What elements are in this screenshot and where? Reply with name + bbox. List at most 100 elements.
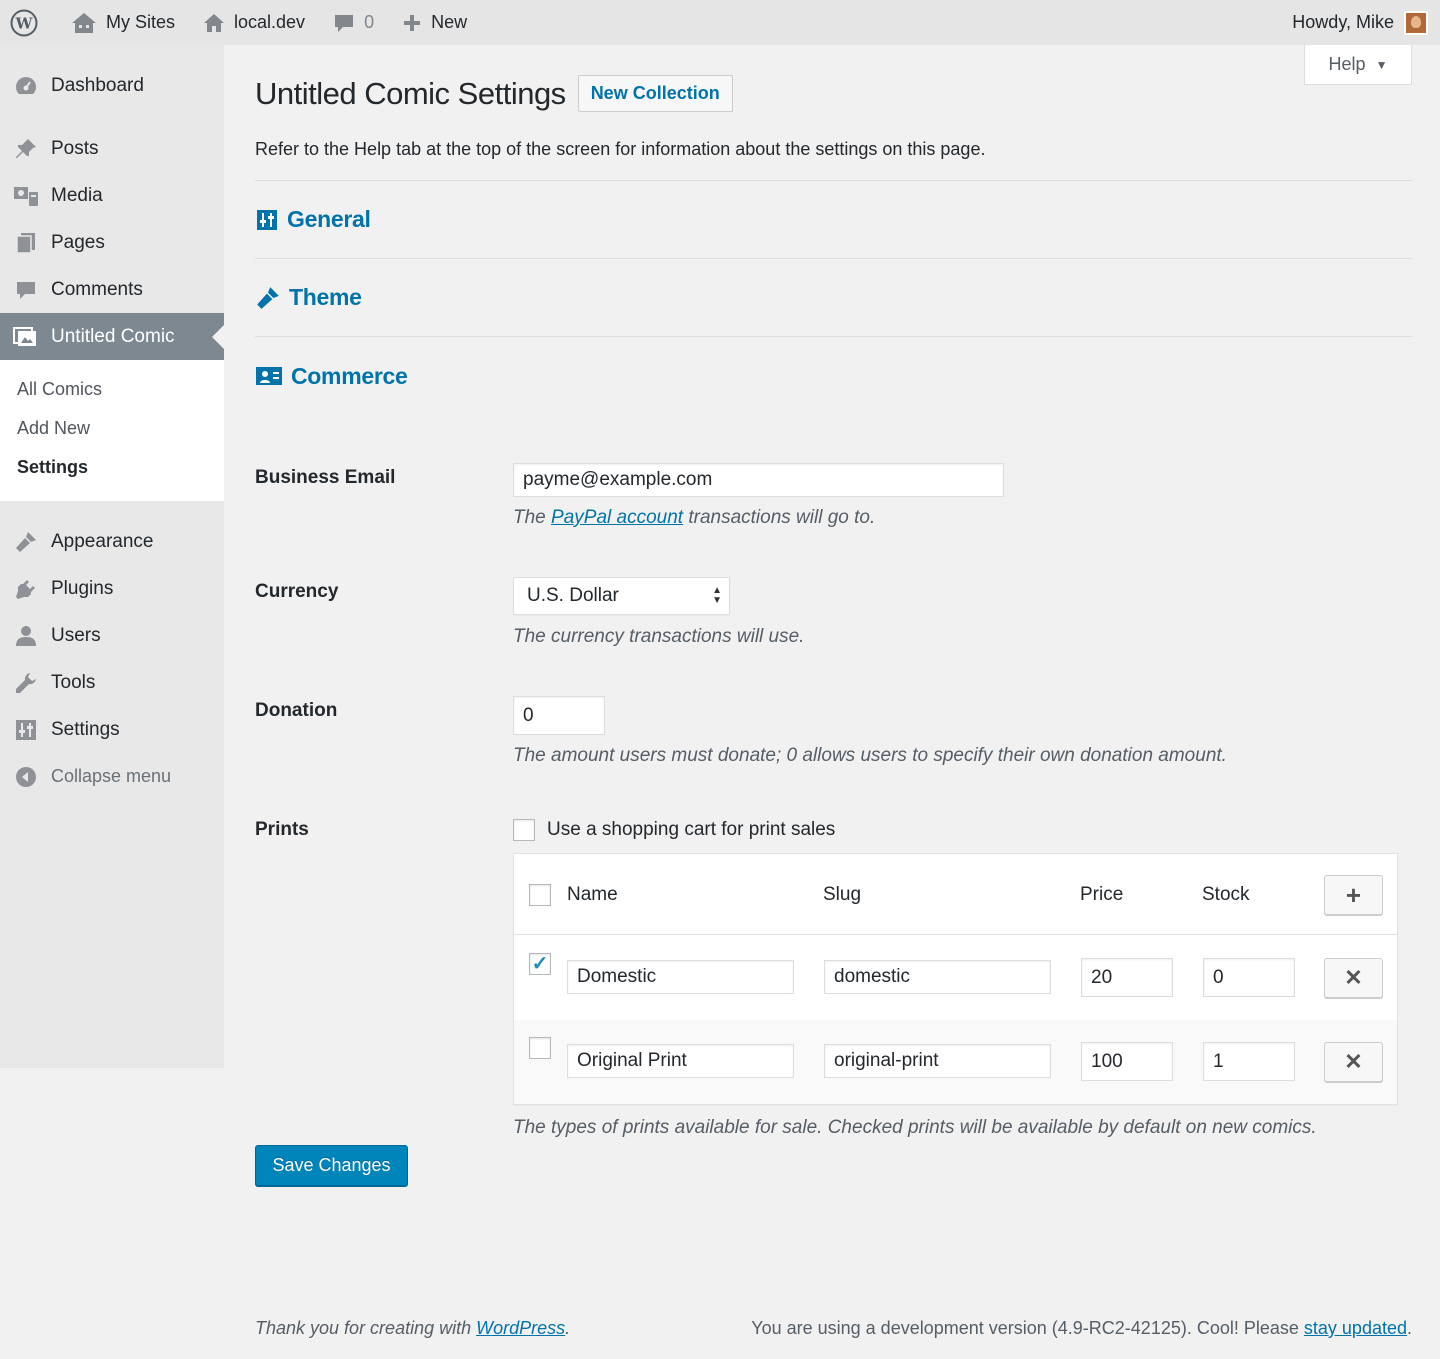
paypal-account-link[interactable]: PayPal account — [551, 507, 683, 528]
sidebar-item-tools[interactable]: Tools — [0, 659, 224, 706]
sidebar-item-posts[interactable]: Posts — [0, 125, 224, 172]
tools-icon — [13, 671, 39, 695]
section-theme-label: Theme — [289, 284, 362, 310]
wordpress-logo-icon: W — [10, 9, 38, 37]
shopping-cart-option[interactable]: Use a shopping cart for print sales — [513, 819, 1398, 841]
collapse-menu-button[interactable]: Collapse menu — [0, 753, 224, 800]
remove-print-button[interactable]: ✕ — [1324, 958, 1383, 998]
my-sites-menu[interactable]: My Sites — [57, 0, 189, 45]
users-icon — [13, 624, 39, 648]
comments-menu[interactable]: 0 — [319, 0, 388, 45]
business-email-field[interactable] — [513, 463, 1004, 497]
column-header-slug: Slug — [823, 884, 862, 905]
collapse-arrow-icon — [13, 765, 39, 789]
table-row: ✕ — [514, 1020, 1397, 1104]
submenu-all-comics[interactable]: All Comics — [0, 370, 224, 409]
sidebar-item-settings[interactable]: Settings — [0, 706, 224, 753]
close-icon: ✕ — [1344, 965, 1363, 990]
section-commerce[interactable]: Commerce — [255, 337, 1412, 415]
account-menu[interactable]: Howdy, Mike — [1278, 0, 1440, 45]
new-content-menu[interactable]: New — [388, 0, 481, 45]
admin-sidebar: Dashboard Posts Media Pages Comments Unt… — [0, 45, 224, 1068]
howdy-text: Howdy, Mike — [1292, 12, 1394, 32]
print-slug-field[interactable] — [824, 1044, 1051, 1078]
column-header-stock: Stock — [1202, 884, 1250, 905]
sidebar-item-label: Dashboard — [51, 74, 144, 96]
plus-icon — [402, 13, 422, 33]
print-price-field[interactable] — [1081, 958, 1173, 997]
prints-description: The types of prints available for sale. … — [513, 1117, 1317, 1138]
intro-text: Refer to the Help tab at the top of the … — [255, 139, 1412, 181]
wordpress-logo-button[interactable]: W — [0, 0, 57, 45]
add-print-button[interactable]: + — [1324, 875, 1383, 915]
dashboard-icon — [13, 74, 39, 98]
submenu-add-new[interactable]: Add New — [0, 409, 224, 448]
print-row-checkbox[interactable] — [529, 1037, 551, 1059]
sidebar-item-pages[interactable]: Pages — [0, 219, 224, 266]
sidebar-item-untitled-comic[interactable]: Untitled Comic — [0, 313, 224, 360]
currency-description: The currency transactions will use. — [513, 626, 805, 647]
sidebar-item-label: Pages — [51, 231, 105, 253]
sidebar-item-plugins[interactable]: Plugins — [0, 565, 224, 612]
donation-label: Donation — [255, 700, 338, 721]
footer-version: You are using a development version (4.9… — [751, 1318, 1412, 1338]
sidebar-item-dashboard[interactable]: Dashboard — [0, 62, 224, 109]
submenu-settings[interactable]: Settings — [0, 448, 224, 487]
section-commerce-label: Commerce — [291, 362, 408, 389]
admin-bar: W My Sites local.dev 0 New Howdy, Mike — [0, 0, 1440, 45]
sidebar-item-comments[interactable]: Comments — [0, 266, 224, 313]
comic-icon — [13, 325, 39, 349]
sidebar-item-appearance[interactable]: Appearance — [0, 518, 224, 565]
select-arrows-icon: ▲ ▼ — [712, 585, 722, 606]
avatar — [1404, 10, 1428, 35]
print-stock-field[interactable] — [1203, 1042, 1295, 1081]
comments-count: 0 — [364, 12, 375, 32]
comic-submenu: All Comics Add New Settings — [0, 360, 224, 501]
plus-icon: + — [1345, 879, 1362, 910]
save-changes-button[interactable]: Save Changes — [255, 1145, 408, 1186]
print-price-field[interactable] — [1081, 1042, 1173, 1081]
help-label: Help — [1328, 54, 1366, 74]
remove-print-button[interactable]: ✕ — [1324, 1042, 1383, 1082]
section-theme[interactable]: Theme — [255, 259, 1412, 337]
new-label: New — [431, 12, 468, 32]
select-all-prints-checkbox[interactable] — [529, 884, 551, 906]
business-email-description: The PayPal account transactions will go … — [513, 507, 876, 528]
print-name-field[interactable] — [567, 960, 794, 994]
currency-label: Currency — [255, 581, 339, 602]
print-slug-field[interactable] — [824, 960, 1051, 994]
business-email-label: Business Email — [255, 467, 396, 488]
sidebar-item-label: Media — [51, 184, 103, 206]
print-stock-field[interactable] — [1203, 958, 1295, 997]
prints-table-header: Name Slug Price Stock + — [514, 854, 1397, 935]
currency-select[interactable]: U.S. Dollar ▲ ▼ — [513, 577, 730, 615]
column-header-name: Name — [567, 884, 618, 905]
wordpress-link[interactable]: WordPress — [476, 1318, 565, 1338]
donation-field[interactable] — [513, 696, 605, 735]
new-collection-button[interactable]: New Collection — [577, 75, 733, 112]
print-name-field[interactable] — [567, 1044, 794, 1078]
section-general[interactable]: General — [255, 181, 1412, 259]
comment-bubble-icon — [333, 12, 355, 34]
page-title: Untitled Comic Settings — [255, 75, 566, 111]
appearance-icon — [13, 530, 39, 554]
pin-icon — [13, 137, 39, 161]
comments-icon — [13, 278, 39, 302]
sidebar-item-label: Settings — [51, 718, 120, 740]
help-tab-button[interactable]: Help ▼ — [1304, 45, 1412, 85]
main-content: Help ▼ Untitled Comic Settings New Colle… — [255, 45, 1412, 1186]
table-row: ✕ — [514, 936, 1397, 1020]
site-name-label: local.dev — [234, 12, 306, 32]
svg-text:W: W — [15, 14, 34, 32]
sidebar-item-label: Appearance — [51, 530, 154, 552]
site-name-menu[interactable]: local.dev — [189, 0, 319, 45]
sidebar-item-media[interactable]: Media — [0, 172, 224, 219]
sidebar-item-label: Tools — [51, 671, 96, 693]
sidebar-item-users[interactable]: Users — [0, 612, 224, 659]
my-sites-icon — [71, 12, 97, 34]
print-row-checkbox[interactable] — [529, 953, 551, 975]
home-icon — [203, 12, 225, 34]
section-general-label: General — [287, 206, 371, 232]
shopping-cart-checkbox[interactable] — [513, 819, 535, 841]
stay-updated-link[interactable]: stay updated — [1304, 1318, 1407, 1338]
